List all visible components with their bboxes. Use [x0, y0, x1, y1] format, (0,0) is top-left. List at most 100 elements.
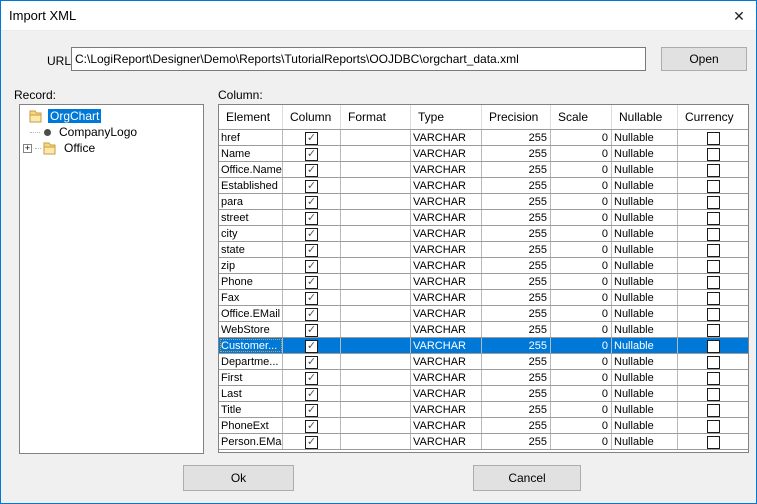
scale-cell[interactable]: 0 — [551, 146, 612, 161]
currency-cell[interactable] — [678, 386, 748, 401]
column-cell[interactable]: ✓ — [283, 162, 341, 177]
nullable-cell[interactable]: Nullable — [612, 178, 678, 193]
tree-item-label[interactable]: OrgChart — [48, 109, 102, 123]
column-cell[interactable]: ✓ — [283, 290, 341, 305]
nullable-cell[interactable]: Nullable — [612, 258, 678, 273]
currency-cell[interactable] — [678, 322, 748, 337]
table-row[interactable]: Established ✓ VARCHAR 255 0 Nullable — [219, 178, 748, 194]
column-cell[interactable]: ✓ — [283, 386, 341, 401]
currency-checkbox[interactable] — [706, 419, 720, 433]
column-cell[interactable]: ✓ — [283, 242, 341, 257]
nullable-cell[interactable]: Nullable — [612, 194, 678, 209]
format-cell[interactable] — [341, 290, 411, 305]
table-row[interactable]: Last ✓ VARCHAR 255 0 Nullable — [219, 386, 748, 402]
currency-checkbox[interactable] — [706, 323, 720, 337]
precision-cell[interactable]: 255 — [482, 434, 551, 449]
precision-cell[interactable]: 255 — [482, 258, 551, 273]
currency-checkbox[interactable] — [706, 435, 720, 449]
currency-cell[interactable] — [678, 402, 748, 417]
column-checkbox[interactable]: ✓ — [305, 227, 318, 241]
column-cell[interactable]: ✓ — [283, 434, 341, 449]
nullable-cell[interactable]: Nullable — [612, 226, 678, 241]
currency-checkbox[interactable] — [706, 211, 720, 225]
type-cell[interactable]: VARCHAR — [411, 370, 482, 385]
column-checkbox[interactable]: ✓ — [305, 307, 318, 321]
type-cell[interactable]: VARCHAR — [411, 226, 482, 241]
currency-checkbox[interactable] — [706, 227, 720, 241]
format-cell[interactable] — [341, 354, 411, 369]
type-cell[interactable]: VARCHAR — [411, 210, 482, 225]
currency-checkbox[interactable] — [706, 387, 720, 401]
column-checkbox[interactable]: ✓ — [305, 259, 318, 273]
scale-cell[interactable]: 0 — [551, 130, 612, 145]
header-type[interactable]: Type — [411, 105, 482, 129]
format-cell[interactable] — [341, 146, 411, 161]
scale-cell[interactable]: 0 — [551, 306, 612, 321]
format-cell[interactable] — [341, 258, 411, 273]
table-row[interactable]: state ✓ VARCHAR 255 0 Nullable — [219, 242, 748, 258]
format-cell[interactable] — [341, 226, 411, 241]
column-checkbox[interactable]: ✓ — [305, 131, 318, 145]
element-cell[interactable]: Office.Name — [219, 162, 283, 177]
scale-cell[interactable]: 0 — [551, 402, 612, 417]
column-checkbox[interactable]: ✓ — [305, 211, 318, 225]
column-cell[interactable]: ✓ — [283, 338, 341, 353]
column-checkbox[interactable]: ✓ — [305, 371, 318, 385]
table-row[interactable]: city ✓ VARCHAR 255 0 Nullable — [219, 226, 748, 242]
scale-cell[interactable]: 0 — [551, 434, 612, 449]
scale-cell[interactable]: 0 — [551, 194, 612, 209]
precision-cell[interactable]: 255 — [482, 178, 551, 193]
table-row[interactable]: Customer... ✓ VARCHAR 255 0 Nullable — [219, 338, 748, 354]
currency-checkbox[interactable] — [706, 131, 720, 145]
currency-checkbox[interactable] — [706, 339, 720, 353]
element-cell[interactable]: href — [219, 130, 283, 145]
format-cell[interactable] — [341, 370, 411, 385]
type-cell[interactable]: VARCHAR — [411, 434, 482, 449]
nullable-cell[interactable]: Nullable — [612, 402, 678, 417]
scale-cell[interactable]: 0 — [551, 290, 612, 305]
format-cell[interactable] — [341, 242, 411, 257]
type-cell[interactable]: VARCHAR — [411, 306, 482, 321]
tree-item-label[interactable]: CompanyLogo — [57, 125, 139, 139]
element-cell[interactable]: state — [219, 242, 283, 257]
scale-cell[interactable]: 0 — [551, 418, 612, 433]
currency-cell[interactable] — [678, 258, 748, 273]
scale-cell[interactable]: 0 — [551, 162, 612, 177]
precision-cell[interactable]: 255 — [482, 226, 551, 241]
currency-checkbox[interactable] — [706, 403, 720, 417]
type-cell[interactable]: VARCHAR — [411, 274, 482, 289]
scale-cell[interactable]: 0 — [551, 274, 612, 289]
currency-cell[interactable] — [678, 162, 748, 177]
type-cell[interactable]: VARCHAR — [411, 242, 482, 257]
currency-cell[interactable] — [678, 146, 748, 161]
expand-plus-icon[interactable]: + — [23, 143, 32, 153]
table-row[interactable]: Title ✓ VARCHAR 255 0 Nullable — [219, 402, 748, 418]
precision-cell[interactable]: 255 — [482, 146, 551, 161]
element-cell[interactable]: Title — [219, 402, 283, 417]
table-row[interactable]: Person.EMail ✓ VARCHAR 255 0 Nullable — [219, 434, 748, 450]
currency-checkbox[interactable] — [706, 163, 720, 177]
currency-checkbox[interactable] — [706, 355, 720, 369]
currency-cell[interactable] — [678, 290, 748, 305]
nullable-cell[interactable]: Nullable — [612, 338, 678, 353]
currency-checkbox[interactable] — [706, 371, 720, 385]
tree-item-companylogo[interactable]: CompanyLogo — [20, 124, 203, 140]
cancel-button[interactable]: Cancel — [473, 465, 581, 491]
currency-cell[interactable] — [678, 338, 748, 353]
table-row[interactable]: PhoneExt ✓ VARCHAR 255 0 Nullable — [219, 418, 748, 434]
scale-cell[interactable]: 0 — [551, 226, 612, 241]
currency-checkbox[interactable] — [706, 259, 720, 273]
column-checkbox[interactable]: ✓ — [305, 403, 318, 417]
table-row[interactable]: Name ✓ VARCHAR 255 0 Nullable — [219, 146, 748, 162]
column-cell[interactable]: ✓ — [283, 322, 341, 337]
column-cell[interactable]: ✓ — [283, 210, 341, 225]
element-cell[interactable]: street — [219, 210, 283, 225]
nullable-cell[interactable]: Nullable — [612, 290, 678, 305]
currency-cell[interactable] — [678, 242, 748, 257]
type-cell[interactable]: VARCHAR — [411, 146, 482, 161]
nullable-cell[interactable]: Nullable — [612, 434, 678, 449]
element-cell[interactable]: First — [219, 370, 283, 385]
format-cell[interactable] — [341, 162, 411, 177]
currency-checkbox[interactable] — [706, 307, 720, 321]
currency-checkbox[interactable] — [706, 291, 720, 305]
